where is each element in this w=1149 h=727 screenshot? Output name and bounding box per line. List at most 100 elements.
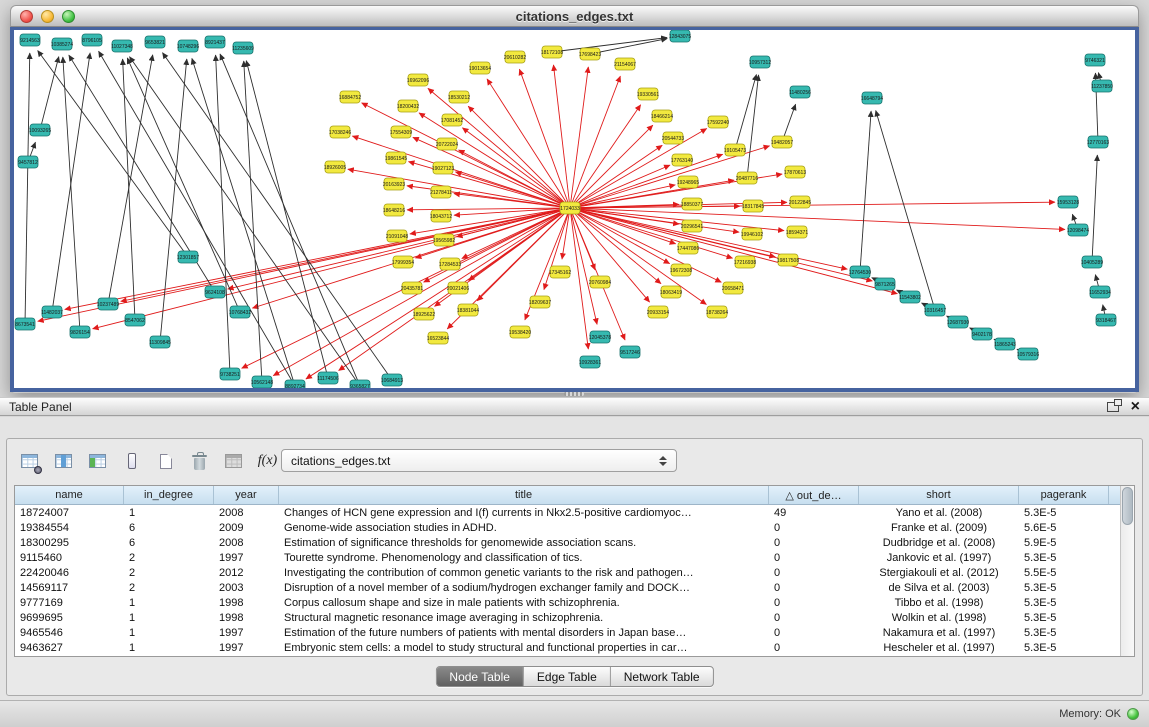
close-panel-icon[interactable]: × <box>1131 400 1140 414</box>
graph-edge[interactable] <box>570 208 650 302</box>
function-builder-button[interactable]: f(x) <box>253 448 282 475</box>
show-columns-button[interactable] <box>49 448 78 475</box>
network-window-titlebar[interactable]: citations_edges.txt <box>10 5 1139 27</box>
graph-node-label: 11027348 <box>111 44 133 50</box>
graph-edge[interactable] <box>93 208 570 329</box>
table-cell-in_degree: 1 <box>124 642 214 654</box>
select-columns-button[interactable] <box>83 448 112 475</box>
table-row[interactable]: 1938455462009Genome-wide association stu… <box>15 520 1120 535</box>
table-cell-short: de Silva et al. (2003) <box>859 582 1019 594</box>
graph-edge[interactable] <box>25 53 30 324</box>
graph-edge[interactable] <box>63 57 80 332</box>
graph-edge[interactable] <box>570 145 662 208</box>
fx-icon: f(x) <box>258 453 277 469</box>
column-header-in_degree[interactable]: in_degree <box>124 486 214 504</box>
panel-divider-grip[interactable] <box>564 392 584 396</box>
graph-node-label: 19538420 <box>509 330 531 336</box>
graph-edge[interactable] <box>220 54 360 386</box>
graph-node-label: 18925622 <box>413 312 435 318</box>
graph-edge[interactable] <box>192 58 295 386</box>
table-cell-out_degree: 49 <box>769 507 859 519</box>
table-row[interactable]: 969969511998Structural magnetic resonanc… <box>15 610 1120 625</box>
graph-node-label: 15953128 <box>1057 200 1079 206</box>
column-header-title[interactable]: title <box>279 486 769 504</box>
graph-edge[interactable] <box>244 61 262 382</box>
graph-edge[interactable] <box>570 208 733 258</box>
table-row[interactable]: 1830029562008Estimation of significance … <box>15 535 1120 550</box>
graph-edge[interactable] <box>352 136 570 208</box>
graph-edge[interactable] <box>570 202 1055 208</box>
graph-node-label: 18850377 <box>681 202 703 208</box>
graph-edge[interactable] <box>65 208 570 309</box>
cell-tools-button[interactable] <box>117 448 146 475</box>
graph-edge[interactable] <box>160 59 187 342</box>
table-cell-short: Jankovic et al. (1997) <box>859 552 1019 564</box>
table-cell-pagerank: 5.3E-5 <box>1019 642 1109 654</box>
graph-edge[interactable] <box>735 75 756 150</box>
memory-ok-indicator <box>1127 708 1139 720</box>
minimize-window-button[interactable] <box>41 10 54 23</box>
table-cell-name: 9777169 <box>15 597 124 609</box>
column-header-year[interactable]: year <box>214 486 279 504</box>
table-mode-button[interactable] <box>15 448 44 475</box>
zoom-window-button[interactable] <box>62 10 75 23</box>
network-canvas[interactable]: 1724033185302121708145220722024190271232… <box>14 30 1135 388</box>
table-row[interactable]: 977716911998Corpus callosum shape and si… <box>15 595 1120 610</box>
graph-node-label: 10405289 <box>1081 260 1103 266</box>
graph-edge[interactable] <box>860 111 871 272</box>
graph-edge[interactable] <box>562 208 570 259</box>
table-cell-name: 9699695 <box>15 612 124 624</box>
graph-edge[interactable] <box>570 76 620 208</box>
graph-edge[interactable] <box>38 51 188 257</box>
close-window-button[interactable] <box>20 10 33 23</box>
table-row[interactable]: 2242004622012Investigating the contribut… <box>15 565 1120 580</box>
graph-edge[interactable] <box>570 208 897 294</box>
column-header-out_degree[interactable]: △ out_de… <box>769 486 859 504</box>
table-row[interactable]: 911546021997Tourette syndrome. Phenomeno… <box>15 550 1120 565</box>
graph-node-label: 18381044 <box>457 308 479 314</box>
graph-node-label: 10385274 <box>51 42 73 48</box>
delete-column-button[interactable] <box>185 448 214 475</box>
graph-node-label: 19027123 <box>432 166 454 172</box>
graph-edge[interactable] <box>216 55 230 374</box>
table-header-row: namein_degreeyeartitle△ out_de…shortpage… <box>15 486 1134 505</box>
graph-edge[interactable] <box>570 208 670 264</box>
trash-icon <box>194 458 205 470</box>
tab-node-table[interactable]: Node Table <box>436 667 524 686</box>
graph-edge[interactable] <box>228 208 570 289</box>
table-row[interactable]: 946554611997Estimation of the future num… <box>15 625 1120 640</box>
import-table-button[interactable] <box>219 448 248 475</box>
graph-edge[interactable] <box>570 208 597 324</box>
table-cell-year: 1998 <box>214 612 279 624</box>
table-source-dropdown[interactable]: citations_edges.txt <box>281 449 677 472</box>
graph-edge[interactable] <box>590 39 667 54</box>
table-cell-pagerank: 5.6E-5 <box>1019 522 1109 534</box>
graph-edge[interactable] <box>570 67 588 208</box>
graph-edge[interactable] <box>570 185 675 208</box>
graph-node-label: 9214563 <box>20 38 40 44</box>
graph-edge[interactable] <box>570 208 847 269</box>
vertical-scrollbar[interactable] <box>1120 486 1134 656</box>
graph-node-label: 17038246 <box>329 130 351 136</box>
tab-edge-table[interactable]: Edge Table <box>524 667 611 686</box>
table-row[interactable]: 946362711997Embryonic stem cells: a mode… <box>15 640 1120 655</box>
column-header-pagerank[interactable]: pagerank <box>1019 486 1109 504</box>
column-header-name[interactable]: name <box>15 486 124 504</box>
graph-node-label: 17763140 <box>671 158 693 164</box>
tab-network-table[interactable]: Network Table <box>611 667 713 686</box>
memory-status-label[interactable]: Memory: OK <box>1059 708 1121 720</box>
graph-edge[interactable] <box>123 59 135 320</box>
scrollbar-thumb[interactable] <box>1122 487 1133 525</box>
column-header-short[interactable]: short <box>859 486 1019 504</box>
citation-network-graph[interactable]: 1724033185302121708145220722024190271232… <box>14 30 1135 388</box>
graph-node-label: 9402178 <box>972 332 992 338</box>
graph-edge[interactable] <box>747 75 759 178</box>
graph-edge[interactable] <box>40 57 59 130</box>
new-column-button[interactable] <box>151 448 180 475</box>
float-panel-icon[interactable] <box>1107 402 1119 412</box>
table-row[interactable]: 1872400712008Changes of HCN gene express… <box>15 505 1120 520</box>
table-cell-pagerank: 5.3E-5 <box>1019 507 1109 519</box>
graph-edge[interactable] <box>246 61 328 378</box>
graph-edge[interactable] <box>1092 155 1097 262</box>
table-row[interactable]: 1456911722003Disruption of a novel membe… <box>15 580 1120 595</box>
